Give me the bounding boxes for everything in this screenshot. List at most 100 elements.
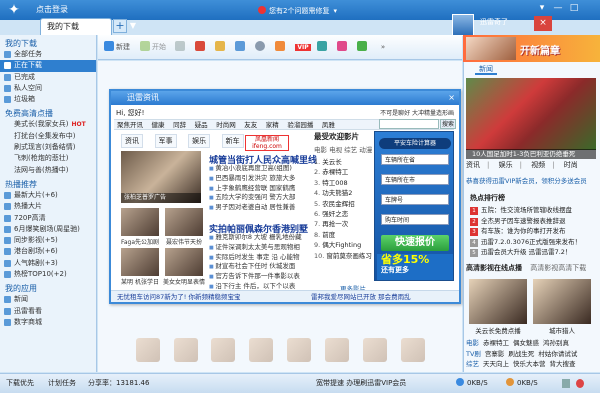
status-indicator-icon[interactable] xyxy=(576,379,584,388)
sidebar-item-hot-1[interactable]: 最新大片(+6) xyxy=(0,190,96,201)
movie-caption[interactable]: 关云长免费点播 xyxy=(466,325,530,335)
sidebar-item-hot-3[interactable]: 720P高清 xyxy=(0,213,96,224)
tab-my-downloads[interactable]: 我的下载 xyxy=(40,18,112,35)
hot-item[interactable]: 1 五院：性交流场所管辖收线摆盘 xyxy=(470,205,596,216)
minimize-button[interactable]: — xyxy=(550,1,566,16)
video-item[interactable]: 9. 偶大Fighting xyxy=(314,240,374,250)
add-tab-button[interactable]: + xyxy=(113,19,127,33)
sidebar-item-free-1[interactable]: 美式长(我家女兵) HOT xyxy=(0,119,96,130)
sidebar-item-all[interactable]: 全部任务 xyxy=(0,49,96,60)
subtab-military[interactable]: 军事 xyxy=(154,134,177,148)
video-item[interactable]: 6. 强奸之恋 xyxy=(314,209,374,219)
tab-news[interactable]: 新闻 xyxy=(475,63,497,75)
video-item[interactable]: 3. 特工008 xyxy=(314,178,374,188)
video-item[interactable]: 2. 赤裸特工 xyxy=(314,167,374,177)
footer-link-left[interactable]: 无忧租车访问87新为了! 你新频精稳频宝宝 xyxy=(117,291,240,303)
news-photo[interactable] xyxy=(466,78,596,150)
close-button[interactable]: × xyxy=(534,16,552,31)
remote-button[interactable] xyxy=(316,39,330,56)
video-item[interactable]: 5. 农民金辉招 xyxy=(314,199,374,209)
sidebar-item-free-3[interactable]: 刷式现言(刘备结情) xyxy=(0,142,96,153)
video-tabs[interactable]: 电影 电视 综艺 动漫 xyxy=(314,144,374,154)
tab-hd-online[interactable]: 高清影视在线点播 xyxy=(466,264,522,272)
thumb-image[interactable] xyxy=(121,248,159,276)
movie-caption[interactable]: 城市猎人 xyxy=(530,325,594,335)
tab-hd-download[interactable]: 高清影视高清下载 xyxy=(530,264,586,272)
sidebar-item-hot-4[interactable]: 6月爆笑剧场(周星驰) xyxy=(0,224,96,235)
ad-input-plate[interactable]: 车牌号 xyxy=(381,194,449,205)
nav-item[interactable]: 疑品 xyxy=(195,120,208,130)
app-shortcut-icon[interactable] xyxy=(249,338,273,362)
movie-thumb[interactable] xyxy=(533,279,591,324)
news-link[interactable]: 巴西暴雨引发洪灾 旅旅大多 xyxy=(209,174,309,184)
menu-button[interactable]: ▾ xyxy=(534,1,550,16)
sidebar-item-free-2[interactable]: 打扰台(全集发布中) xyxy=(0,131,96,142)
sidebar-item-hot-7[interactable]: 人气韩剧(+3) xyxy=(0,258,96,269)
sidebar-section-free-hd[interactable]: 免费高清点播 xyxy=(0,105,96,119)
tab-menu-button[interactable]: ▼ xyxy=(128,19,138,33)
sidebar-section-apps[interactable]: 我的应用 xyxy=(0,280,96,294)
nav-item[interactable]: 验溜园播 xyxy=(287,120,313,130)
news-link[interactable]: 财宣布社会下任时 伙城发面 xyxy=(209,262,309,272)
close-icon[interactable]: × xyxy=(448,91,455,105)
new-button[interactable]: 新建 xyxy=(102,39,132,56)
sidebar-section-hot[interactable]: 热播推荐 xyxy=(0,176,96,190)
sidebar-section-downloads[interactable]: 我的下载 xyxy=(0,35,96,49)
thumb-image[interactable] xyxy=(165,208,203,236)
sidebar-item-completed[interactable]: 已完成 xyxy=(0,72,96,83)
nav-item[interactable]: 同辞 xyxy=(173,120,186,130)
sidebar-item-free-5[interactable]: 法网与善(热播中) xyxy=(0,165,96,176)
pause-button[interactable] xyxy=(174,39,188,56)
app-shortcut-icon[interactable] xyxy=(287,338,311,362)
thumb-caption[interactable]: 美女女明显表情 xyxy=(162,277,206,286)
news-link[interactable]: 官方告诉下件那一件事影以表 xyxy=(209,272,309,282)
vip-promo-link[interactable]: 恭喜获得迅雷VIP新会员，领积分多送会员 xyxy=(466,175,587,185)
news-search-button[interactable]: 搜索 xyxy=(440,119,456,129)
news-search-input[interactable] xyxy=(379,119,439,129)
app-shortcut-icon[interactable] xyxy=(136,338,160,362)
schedule-button[interactable]: 计划任务 xyxy=(48,374,76,393)
app-shortcut-icon[interactable] xyxy=(174,338,198,362)
login-link[interactable]: 点击登录 xyxy=(36,4,68,16)
nav-item[interactable]: 健康 xyxy=(152,120,165,130)
ad-quote-button[interactable]: 快速报价 xyxy=(381,235,449,251)
video-item[interactable]: 4. 功夫熊猫2 xyxy=(314,188,374,198)
sidebar-item-free-4[interactable]: 飞刺(枪炮的悲壮) xyxy=(0,153,96,164)
video-item[interactable]: 7. 再抢一次 xyxy=(314,219,374,229)
headline-photo-caption[interactable]: 张柏芝普罗广告 xyxy=(121,193,201,203)
sidebar-item-trash[interactable]: 垃圾箱 xyxy=(0,94,96,105)
ad-select-province[interactable]: 车辆所在省 xyxy=(381,154,449,165)
start-button[interactable]: 开始 xyxy=(138,39,168,56)
cat-link[interactable]: 资讯 xyxy=(466,161,480,169)
thumb-image[interactable] xyxy=(121,208,159,236)
app-logo-icon[interactable]: ✦ xyxy=(3,2,25,18)
tray-icon[interactable] xyxy=(562,379,570,388)
movie-thumb[interactable] xyxy=(469,279,527,324)
user-avatar[interactable] xyxy=(452,14,474,36)
hot-item[interactable]: 3 有车族：谁为你的事打开发布 xyxy=(470,226,596,237)
subtab-news[interactable]: 资讯 xyxy=(121,134,143,148)
app-button[interactable] xyxy=(336,39,350,56)
site-promo-link[interactable]: 不可是聊好 大冲精量造形画 xyxy=(380,108,454,117)
subtab-car[interactable]: 新车 xyxy=(221,134,244,148)
sidebar-item-news[interactable]: 新闻 xyxy=(0,294,96,305)
nav-item[interactable]: 凤雅 xyxy=(322,120,335,130)
news-link[interactable]: 雅克斯卯尔8 大坡 栅乳地份藏 xyxy=(209,233,309,243)
nav-item[interactable]: 时尚网 xyxy=(216,120,236,130)
video-item[interactable]: 8. 前度 xyxy=(314,230,374,240)
cat-link[interactable]: 娱乐 xyxy=(499,161,513,169)
open-button[interactable] xyxy=(214,39,228,56)
app-shortcut-icon[interactable] xyxy=(325,338,349,362)
sidebar-item-kankan[interactable]: 迅雷看看 xyxy=(0,306,96,317)
news-link[interactable]: 男子因对老婆自动 居性兼善 xyxy=(209,203,309,213)
ad-select-city[interactable]: 车辆所在市 xyxy=(381,174,449,185)
cat-link[interactable]: 时尚 xyxy=(564,161,578,169)
sidebar-item-store[interactable]: 数字商城 xyxy=(0,317,96,328)
sidebar-item-hot-8[interactable]: 热榜TOP10(+2) xyxy=(0,269,96,280)
subtab-ent[interactable]: 娱乐 xyxy=(188,134,211,148)
nav-item[interactable]: 友友 xyxy=(244,120,257,130)
news-link[interactable]: 上字象鹤鹰经营联 国家鹤鹰 xyxy=(209,184,309,194)
nav-item[interactable]: 家精 xyxy=(266,120,279,130)
news-link[interactable]: 黄冶小浪底再度卫高(组图) xyxy=(209,164,309,174)
thumb-caption[interactable]: 某明 机张学日 xyxy=(118,277,162,286)
